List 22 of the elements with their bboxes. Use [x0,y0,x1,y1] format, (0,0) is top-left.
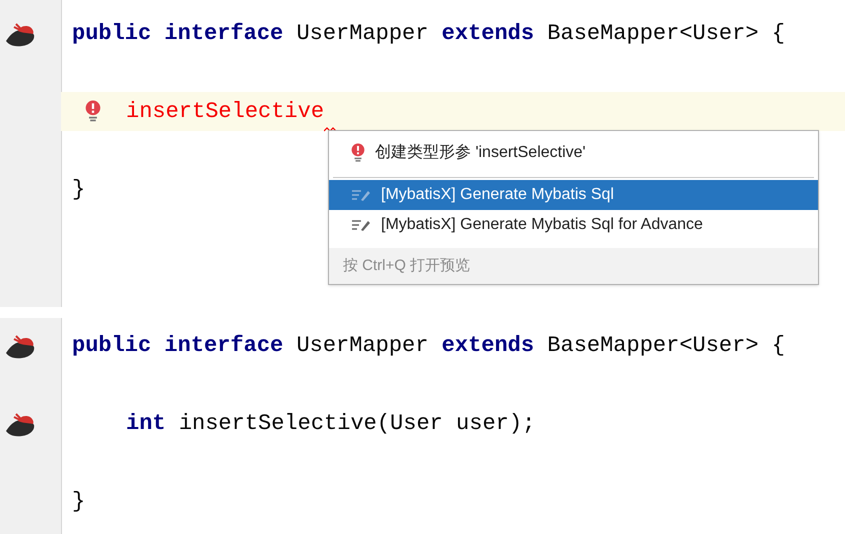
menu-item[interactable]: [MybatisX] Generate Mybatis Sql [329,180,818,210]
code-text: UserMapper [296,332,430,360]
code-text: int [126,410,167,438]
menu-item[interactable]: 创建类型形参 'insertSelective' [329,131,818,175]
code-text: public interface [72,20,284,48]
code-text: } [72,488,86,516]
code-text: BaseMapper<User> { [547,332,785,360]
code-text: insertSelective(User user); [178,410,536,438]
code-text: public interface [72,332,284,360]
hint-text: 按 Ctrl+Q 打开预览 [343,256,470,276]
error-squiggle [324,127,336,132]
menu-item[interactable]: [MybatisX] Generate Mybatis Sql for Advance [329,210,818,240]
pen-lines-icon [351,188,371,202]
code-text: BaseMapper<User> { [547,20,785,48]
code-text: extends [442,332,536,360]
pen-lines-icon [351,218,371,232]
code-text: extends [442,20,536,48]
code-text: UserMapper [296,20,430,48]
code-text: insertSelective [126,98,324,126]
error-bulb-icon [351,143,365,163]
error-bulb-icon[interactable] [85,100,101,122]
code-text: } [72,176,86,204]
